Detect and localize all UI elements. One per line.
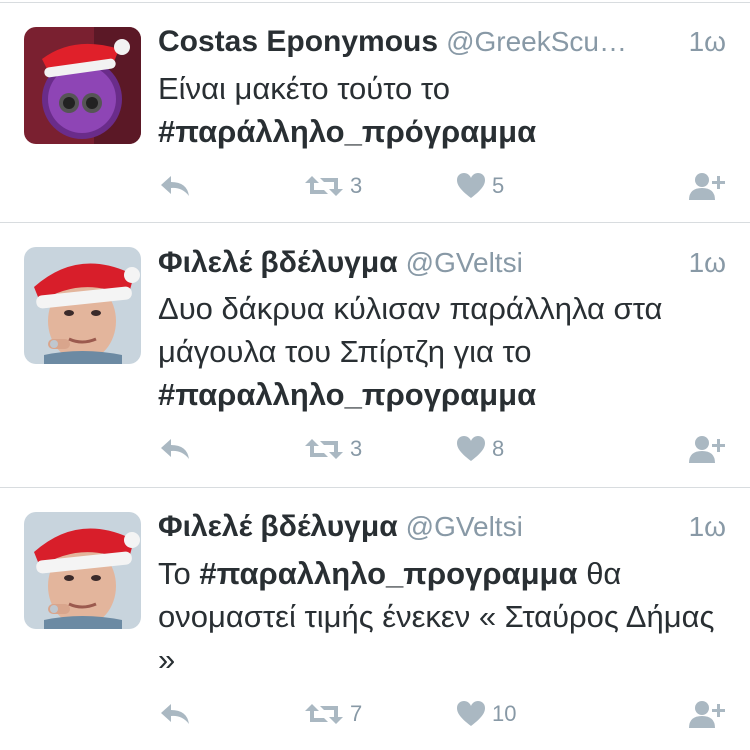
retweet-icon (304, 172, 344, 200)
author-handle[interactable]: @GVeltsi (406, 505, 523, 549)
follow-button[interactable] (688, 166, 728, 206)
reply-button[interactable] (158, 429, 192, 469)
follow-icon (688, 171, 728, 201)
follow-button[interactable] (688, 694, 728, 734)
timestamp[interactable]: 1ω (689, 20, 726, 64)
tweet-text: Το #παραλληλο_προγραμμα θα ονομαστεί τιμ… (158, 552, 728, 681)
retweet-count: 3 (350, 436, 363, 461)
timestamp[interactable]: 1ω (689, 505, 726, 549)
retweet-icon (304, 435, 344, 463)
tweet-text: Δυο δάκρυα κύλισαν παράλληλα στα μάγουλα… (158, 287, 728, 416)
hashtag-link[interactable]: #παραλληλο_προγραμμα (199, 556, 577, 591)
reply-button[interactable] (158, 166, 192, 206)
tweet-2[interactable]: Φιλελέ βδέλυγμα @GVeltsi 1ω Δυο δάκρυα κύ… (0, 223, 750, 488)
like-button[interactable]: 8 (456, 429, 504, 469)
like-button[interactable]: 10 (456, 694, 516, 734)
tweet-header: Costas Eponymous @GreekScu… 1ω (158, 20, 726, 64)
author-name[interactable]: Φιλελέ βδέλυγμα (158, 510, 398, 543)
avatar[interactable] (24, 27, 141, 144)
tweet-actions: 3 5 (158, 166, 728, 206)
reply-icon (158, 700, 192, 728)
retweet-button[interactable]: 7 (304, 694, 362, 734)
hashtag-link[interactable]: #παραλληλο_προγραμμα (158, 377, 536, 412)
heart-icon (456, 435, 486, 463)
retweet-icon (304, 700, 344, 728)
tweet-actions: 3 8 (158, 429, 728, 469)
reply-icon (158, 435, 192, 463)
follow-icon (688, 434, 728, 464)
tweet-text-body: Δυο δάκρυα κύλισαν παράλληλα στα μάγουλα… (158, 291, 663, 369)
avatar[interactable] (24, 247, 141, 364)
like-count: 10 (492, 701, 517, 726)
like-count: 5 (492, 173, 505, 198)
retweet-count: 3 (350, 173, 363, 198)
heart-icon (456, 700, 486, 728)
tweet-3[interactable]: Φιλελέ βδέλυγμα @GVeltsi 1ω Το #παραλληλο… (0, 488, 750, 750)
retweet-count: 7 (350, 701, 363, 726)
author-name[interactable]: Φιλελέ βδέλυγμα (158, 246, 398, 279)
follow-button[interactable] (688, 429, 728, 469)
like-button[interactable]: 5 (456, 166, 504, 206)
tweet-text-body: Το (158, 556, 200, 591)
like-count: 8 (492, 436, 505, 461)
hashtag-link[interactable]: #παράλληλο_πρόγραμμα (158, 114, 536, 149)
timestamp[interactable]: 1ω (689, 241, 726, 285)
reply-button[interactable] (158, 694, 192, 734)
retweet-button[interactable]: 3 (304, 166, 362, 206)
tweet-header: Φιλελέ βδέλυγμα @GVeltsi 1ω (158, 241, 726, 285)
author-name[interactable]: Costas Eponymous (158, 25, 438, 58)
tweet-1[interactable]: Costas Eponymous @GreekScu… 1ω Είναι μακέ… (0, 0, 750, 222)
tweet-actions: 7 10 (158, 694, 728, 734)
tweet-text-body: Είναι μακέτο τούτο το (158, 71, 450, 106)
retweet-button[interactable]: 3 (304, 429, 362, 469)
heart-icon (456, 172, 486, 200)
author-handle[interactable]: @GreekScu… (446, 20, 627, 64)
avatar[interactable] (24, 512, 141, 629)
follow-icon (688, 699, 728, 729)
tweet-header: Φιλελέ βδέλυγμα @GVeltsi 1ω (158, 505, 726, 549)
reply-icon (158, 172, 192, 200)
tweet-text: Είναι μακέτο τούτο το #παράλληλο_πρόγραμ… (158, 67, 728, 153)
author-handle[interactable]: @GVeltsi (406, 241, 523, 285)
